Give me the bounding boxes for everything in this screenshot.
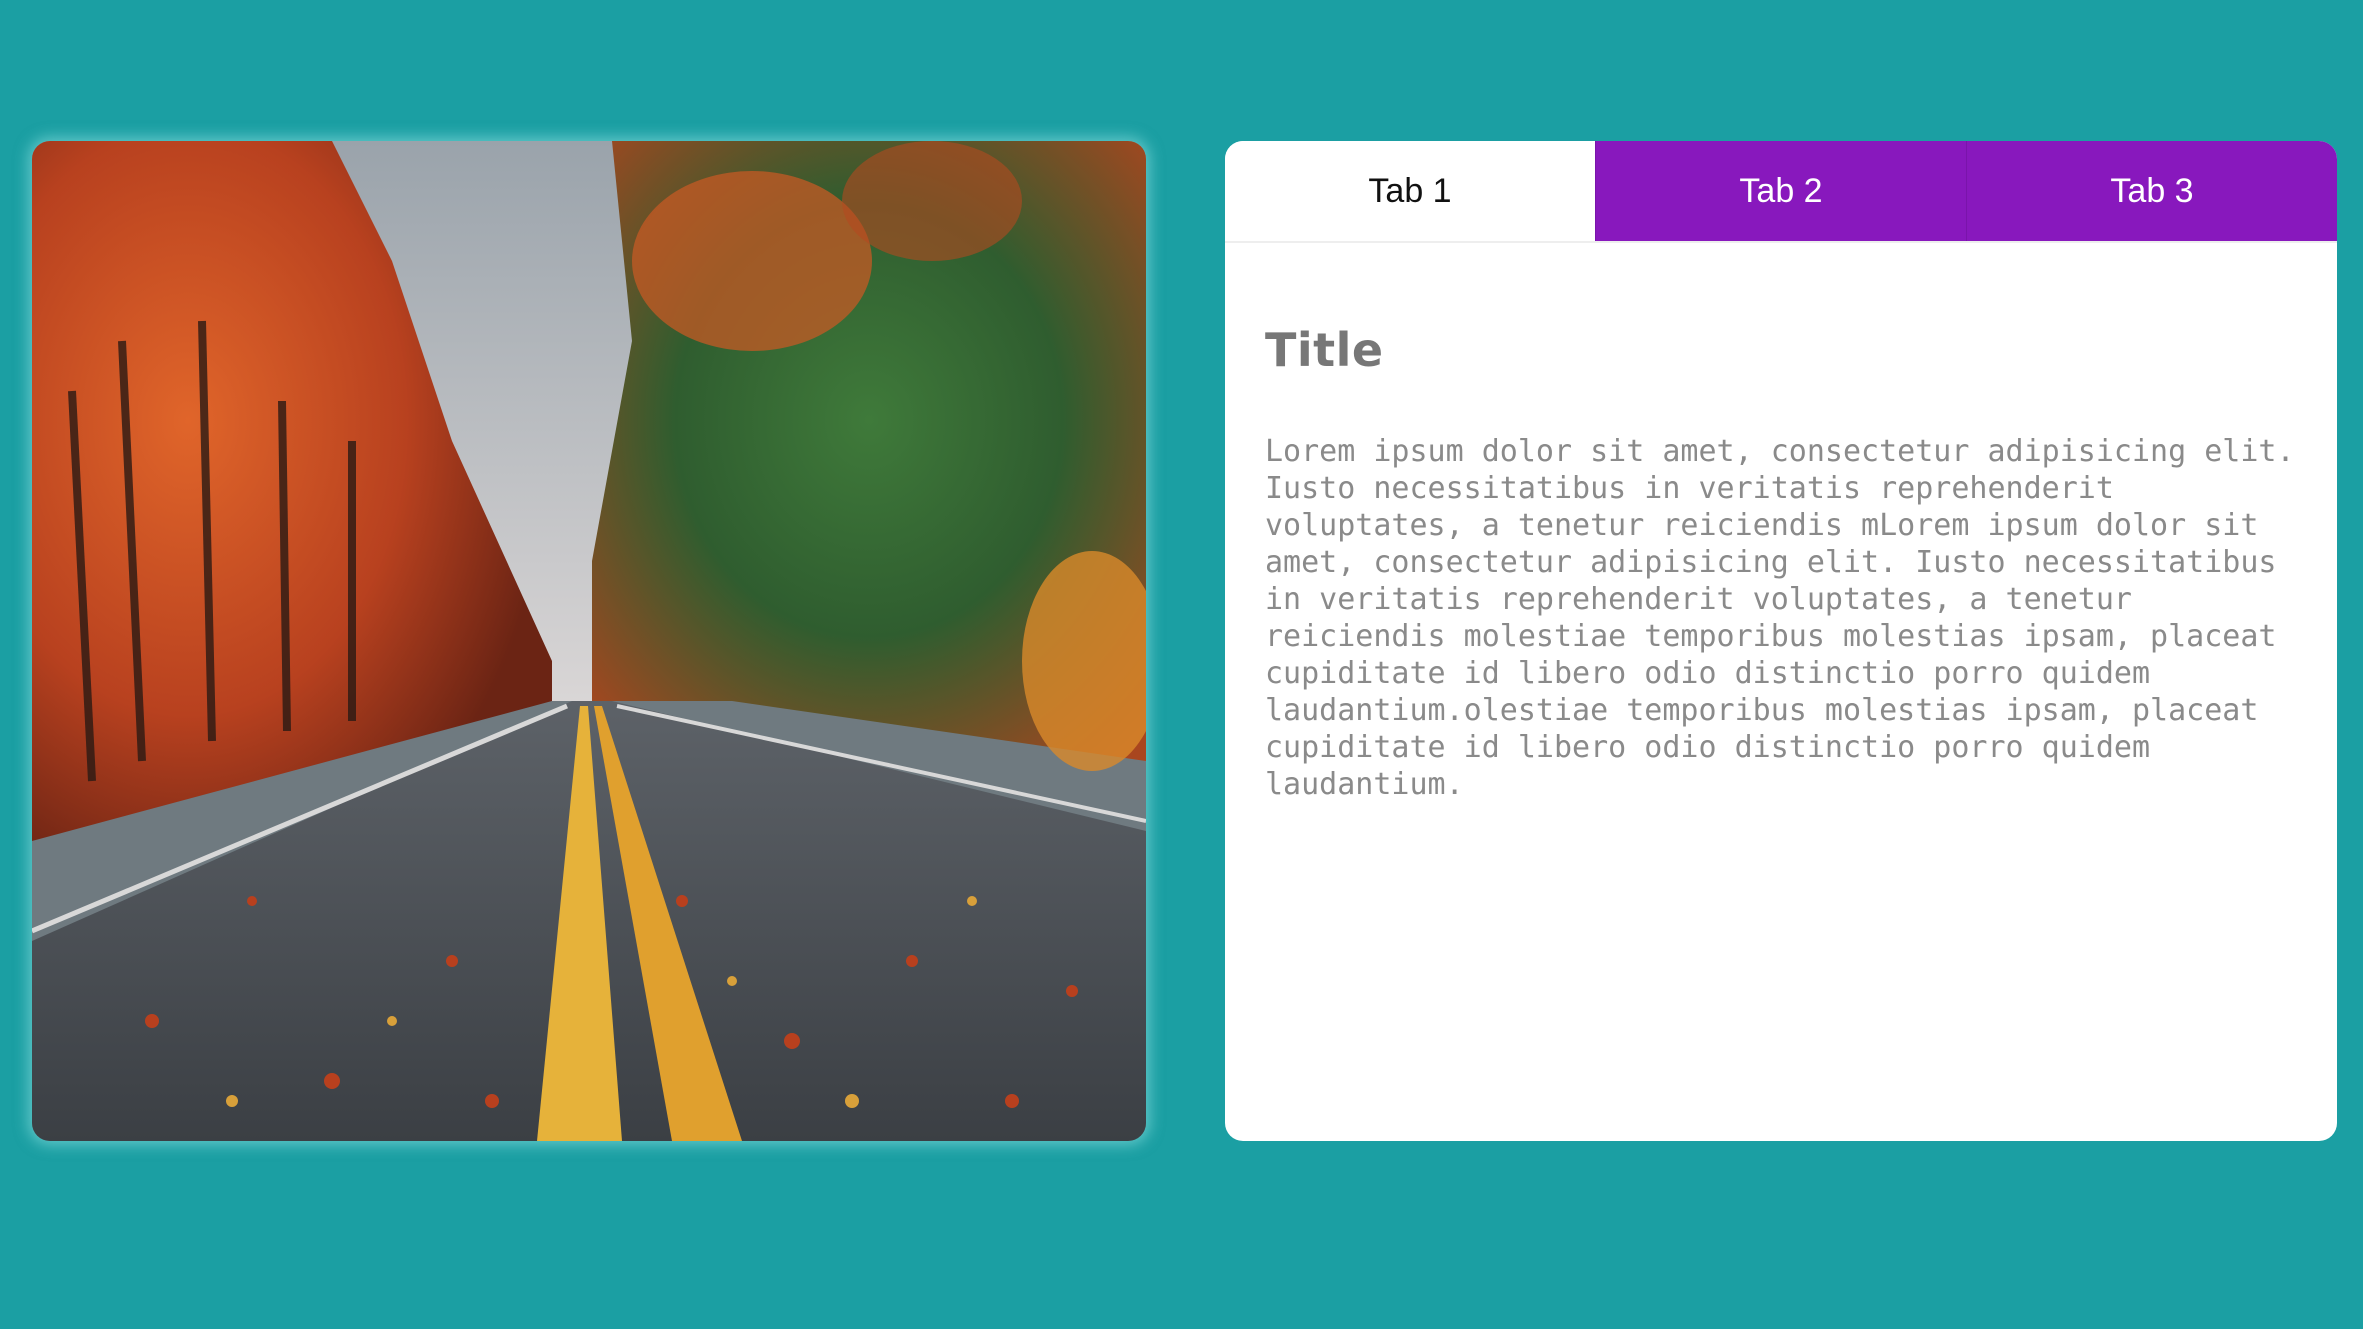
content-body: Lorem ipsum dolor sit amet, consectetur … xyxy=(1265,434,2295,802)
tab-content: Title Lorem ipsum dolor sit amet, consec… xyxy=(1225,243,2337,803)
autumn-road-photo xyxy=(32,141,1146,1141)
autumn-road-image xyxy=(32,141,1146,1141)
content-title: Title xyxy=(1265,323,1384,377)
tabs-panel: Tab 1 Tab 2 Tab 3 Title Lorem ipsum dolo… xyxy=(1225,141,2337,1141)
tab-3[interactable]: Tab 3 xyxy=(1966,141,2337,241)
tab-bar: Tab 1 Tab 2 Tab 3 xyxy=(1225,141,2337,243)
tab-1[interactable]: Tab 1 xyxy=(1225,141,1595,241)
tab-2[interactable]: Tab 2 xyxy=(1595,141,1966,241)
